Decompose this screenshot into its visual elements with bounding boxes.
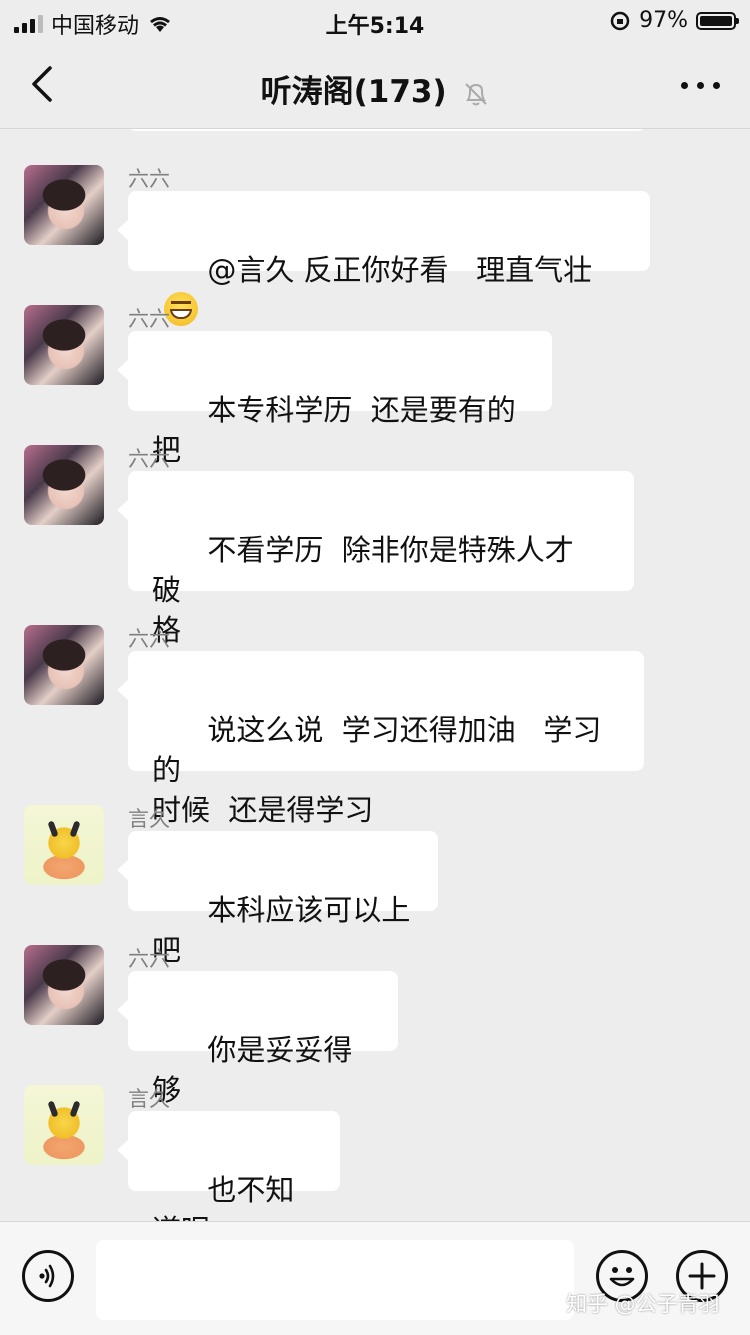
message-text: 本科应该可以上吧 [152,893,411,967]
sender-name: 六六 [128,307,170,331]
avatar[interactable] [24,1085,104,1165]
status-right: 97% [609,8,739,33]
avatar[interactable] [24,445,104,525]
message-bubble[interactable]: 说这么说 学习还得加油 学习的 时候 还是得学习 [117,651,644,827]
sender-name: 言久 [128,1087,170,1111]
status-bar: 中国移动 上午5:14 97% [0,0,750,42]
message-input[interactable] [96,1240,574,1320]
sender-name: 六六 [128,947,170,971]
message-text: @言久 反正你好看 理直气壮 [207,253,593,287]
message-bubble[interactable]: 你是妥妥得 够 [117,971,398,1107]
message-text: 不看学历 除非你是特殊人才 破 格 [152,533,574,647]
avatar[interactable] [24,165,104,245]
avatar[interactable] [24,805,104,885]
message-bubble[interactable]: 也不知道呢 [117,1111,340,1221]
avatar[interactable] [24,305,104,385]
bell-off-icon [465,82,488,105]
voice-icon[interactable] [22,1250,74,1302]
message-bubble[interactable]: 本专科学历 还是要有的把 [117,331,552,467]
message-text: 本专科学历 还是要有的把 [152,393,516,467]
message-text: 也不知道呢 [152,1173,295,1221]
sender-name: 六六 [128,447,170,471]
message-text: 说这么说 学习还得加油 学习的 时候 还是得学习 [152,713,602,827]
rotation-lock-icon [610,11,630,30]
sender-name: 六六 [128,627,170,651]
message-text: 你是妥妥得 够 [152,1033,362,1107]
watermark: 知乎 @公子青羽 [566,1292,720,1316]
avatar[interactable] [24,945,104,1025]
message-bubble[interactable]: 不看学历 除非你是特殊人才 破 格 [117,471,634,647]
avatar[interactable] [24,625,104,705]
sender-name: 言久 [128,807,170,831]
more-options-icon[interactable] [681,82,720,89]
previous-message-bubble [128,129,646,131]
chat-title-text: 听涛阁(173) [260,74,447,110]
message-bubble[interactable]: @言久 反正你好看 理直气壮 [117,191,650,326]
message-bubble[interactable]: 本科应该可以上吧 [117,831,438,967]
sender-name: 六六 [128,167,170,191]
nav-bar: 听涛阁(173) [0,42,750,129]
battery-percent: 97% [639,8,688,33]
battery-icon [696,11,739,30]
chat-area[interactable]: 六六 @言久 反正你好看 理直气壮 六六 本专科学历 还是要有的把 六六 不看学… [0,129,750,1221]
chat-title: 听涛阁(173) [0,66,750,111]
